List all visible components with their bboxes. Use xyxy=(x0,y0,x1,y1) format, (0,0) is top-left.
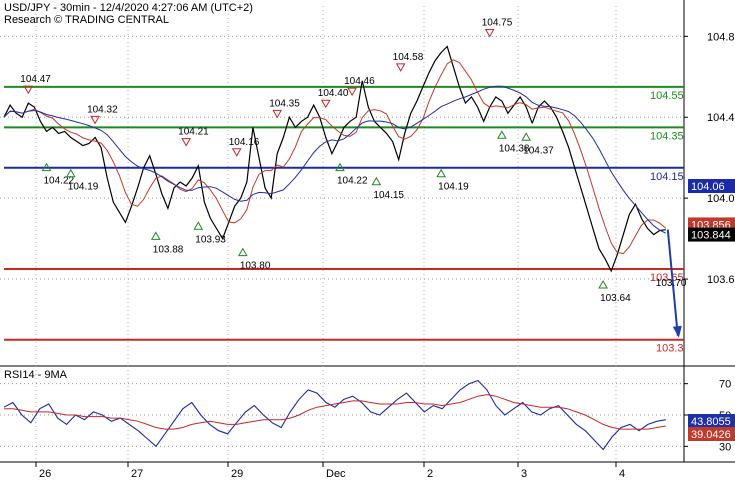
rsi-axis: 30507043.805539.0426 xyxy=(684,379,735,453)
rsi-series xyxy=(3,379,666,451)
swing-low-label: 104.19 xyxy=(438,182,469,193)
rsi-tick-label: 70 xyxy=(719,379,731,391)
swing-low-label: 104.19 xyxy=(68,182,99,193)
day-tick-label: Dec xyxy=(326,468,346,480)
swing-high-label: 104.58 xyxy=(393,52,424,63)
target-label: 103.70 xyxy=(656,278,687,289)
swing-low-label: 104.15 xyxy=(373,190,404,201)
level-label: 104.15 xyxy=(650,171,684,183)
swing-high-label: 104.35 xyxy=(269,98,300,109)
swing-low-marker xyxy=(237,247,248,257)
swing-high-marker xyxy=(484,28,495,38)
day-tick-label: 27 xyxy=(131,468,143,480)
swing-low-marker xyxy=(371,176,382,186)
day-tick-label: 26 xyxy=(39,468,51,480)
swing-low-label: 103.88 xyxy=(153,244,184,255)
swing-high-label: 104.40 xyxy=(318,88,349,99)
rsi-value-tag: 43.8055 xyxy=(691,416,731,428)
day-tick-label: 29 xyxy=(231,468,243,480)
level-label: 103.3 xyxy=(656,343,684,355)
swing-low-label: 103.93 xyxy=(195,234,226,245)
target-arrow-head xyxy=(672,325,682,338)
swing-high-marker xyxy=(231,148,242,157)
swing-low-marker xyxy=(150,231,161,240)
swing-high-label: 104.21 xyxy=(178,127,209,138)
swing-low-label: 103.64 xyxy=(600,293,631,304)
swing-low-label: 104.37 xyxy=(523,145,554,156)
swing-low-label: 103.80 xyxy=(240,261,271,272)
swing-high-marker xyxy=(272,109,283,119)
price-line xyxy=(3,45,533,240)
rsi-panel-title: RSI14 - 9MA xyxy=(4,369,68,381)
rsi-ma-line xyxy=(4,394,666,430)
swing-high-marker xyxy=(395,63,406,72)
time-axis: 26 27 29 Dec 2 3 4 xyxy=(35,462,625,480)
day-tick-label: 3 xyxy=(521,468,527,480)
day-tick-label: 2 xyxy=(427,468,433,480)
swing-low-marker xyxy=(497,130,507,139)
last-price-tag: 104.06 xyxy=(691,181,725,193)
swing-low-marker xyxy=(193,221,204,230)
day-tick-label: 4 xyxy=(619,468,625,480)
swing-high-label: 104.46 xyxy=(344,76,375,87)
price-chart[interactable]: 104.55104.35104.15103.65103.3 104.47104.… xyxy=(0,0,735,480)
swing-low-marker xyxy=(436,168,447,178)
price-tick-label: 104.4 xyxy=(707,112,735,124)
swing-high-marker xyxy=(347,87,357,97)
swing-high-label: 104.75 xyxy=(482,17,513,28)
swing-high-marker xyxy=(181,138,192,147)
price-tick-label: 104.0 xyxy=(707,193,735,205)
close-price-tag: 103.844 xyxy=(691,230,731,242)
price-tick-label: 104.8 xyxy=(707,31,735,43)
price-axis: 103.6104.0104.4104.8104.06103.856103.844 xyxy=(684,31,735,286)
rsi-ma-tag: 39.0426 xyxy=(691,429,731,441)
swing-low-marker xyxy=(598,279,608,289)
swing-low-label: 104.22 xyxy=(337,176,368,187)
swing-low-marker xyxy=(521,132,532,141)
price-tick-label: 103.6 xyxy=(707,274,735,286)
rsi-tick-label: 30 xyxy=(719,441,731,453)
level-label: 104.35 xyxy=(650,130,684,142)
swing-high-label: 104.32 xyxy=(87,104,118,115)
price-series xyxy=(3,45,667,273)
swing-high-label: 104.47 xyxy=(20,74,51,85)
rsi-line xyxy=(3,379,666,451)
level-label: 104.55 xyxy=(650,90,684,102)
swing-high-label: 104.16 xyxy=(229,137,260,148)
